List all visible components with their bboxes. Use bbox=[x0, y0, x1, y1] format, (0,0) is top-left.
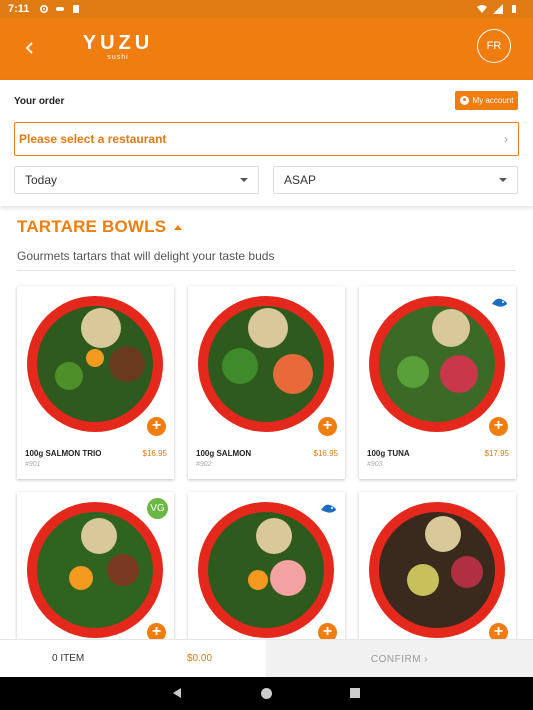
dropdown-caret-icon bbox=[499, 178, 507, 182]
your-order-label: Your order bbox=[14, 96, 65, 107]
product-card[interactable]: + 100g SALMON TRIO $16.95 #901 bbox=[17, 286, 174, 479]
app-header: YUZU sushi FR bbox=[0, 18, 533, 80]
category-title-text: TARTARE BOWLS bbox=[17, 217, 167, 236]
logo-sub: sushi bbox=[107, 54, 129, 61]
order-panel: Your order My account Please select a re… bbox=[0, 80, 533, 206]
confirm-button[interactable]: CONFIRM › bbox=[266, 640, 533, 678]
category-title[interactable]: TARTARE BOWLS bbox=[17, 217, 183, 237]
product-card[interactable]: + 100g TUNA $17.95 #903 bbox=[359, 286, 516, 479]
fish-icon bbox=[489, 292, 510, 313]
nav-back-icon[interactable] bbox=[173, 688, 181, 698]
add-to-cart-button[interactable]: + bbox=[489, 417, 508, 436]
chevron-left-icon bbox=[25, 42, 33, 54]
product-code: #902 bbox=[196, 461, 212, 468]
date-select[interactable]: Today bbox=[14, 166, 259, 194]
product-card[interactable]: + 100g SALMON $16.95 #902 bbox=[188, 286, 345, 479]
time-select[interactable]: ASAP bbox=[273, 166, 518, 194]
time-value: ASAP bbox=[284, 173, 317, 187]
cart-bar: 0 ITEM $0.00 CONFIRM › bbox=[0, 639, 533, 678]
app-screen: 7:11 YUZU sushi FR Your order My account… bbox=[0, 0, 533, 710]
date-value: Today bbox=[25, 173, 58, 187]
product-name: 100g SALMON bbox=[196, 449, 252, 458]
sd-card-icon bbox=[73, 5, 80, 13]
wifi-icon bbox=[477, 5, 487, 13]
status-right bbox=[477, 4, 525, 14]
system-nav-bar bbox=[0, 677, 533, 710]
product-price: $17.95 bbox=[484, 449, 509, 458]
fish-icon bbox=[318, 498, 339, 519]
product-code: #901 bbox=[25, 461, 41, 468]
product-price: $16.95 bbox=[142, 449, 167, 458]
my-account-label: My account bbox=[472, 96, 514, 105]
account-avatar[interactable]: FR bbox=[477, 29, 511, 63]
user-icon bbox=[459, 96, 469, 105]
nav-recents-icon[interactable] bbox=[350, 688, 360, 698]
cart-total: $0.00 bbox=[187, 653, 213, 664]
cart-summary[interactable]: 0 ITEM $0.00 bbox=[0, 640, 266, 678]
nav-home-icon[interactable] bbox=[261, 688, 272, 699]
status-time: 7:11 bbox=[8, 3, 30, 15]
add-to-cart-button[interactable]: + bbox=[147, 417, 166, 436]
product-name: 100g TUNA bbox=[367, 449, 410, 458]
yuzu-logo: YUZU sushi bbox=[80, 32, 156, 62]
back-button[interactable] bbox=[20, 38, 40, 58]
vegan-badge: VG bbox=[147, 498, 168, 519]
logo-brand: YUZU bbox=[82, 32, 154, 54]
restaurant-select[interactable]: Please select a restaurant › bbox=[14, 122, 519, 156]
category-description: Gourmets tartars that will delight your … bbox=[17, 249, 275, 263]
restaurant-placeholder: Please select a restaurant bbox=[19, 132, 167, 146]
divider bbox=[17, 270, 516, 271]
battery-icon bbox=[512, 5, 516, 13]
signal-icon bbox=[493, 4, 503, 14]
product-code: #903 bbox=[367, 461, 383, 468]
status-bar: 7:11 bbox=[0, 0, 533, 18]
gamepad-icon bbox=[56, 7, 65, 11]
dropdown-caret-icon bbox=[240, 178, 248, 182]
product-price: $16.95 bbox=[313, 449, 338, 458]
chevron-right-icon: › bbox=[504, 132, 508, 146]
collapse-caret-icon bbox=[174, 224, 183, 230]
cart-item-count: 0 ITEM bbox=[52, 653, 85, 664]
my-account-button[interactable]: My account bbox=[455, 91, 518, 110]
product-name: 100g SALMON TRIO bbox=[25, 449, 102, 458]
settings-icon bbox=[40, 4, 49, 14]
add-to-cart-button[interactable]: + bbox=[318, 417, 337, 436]
